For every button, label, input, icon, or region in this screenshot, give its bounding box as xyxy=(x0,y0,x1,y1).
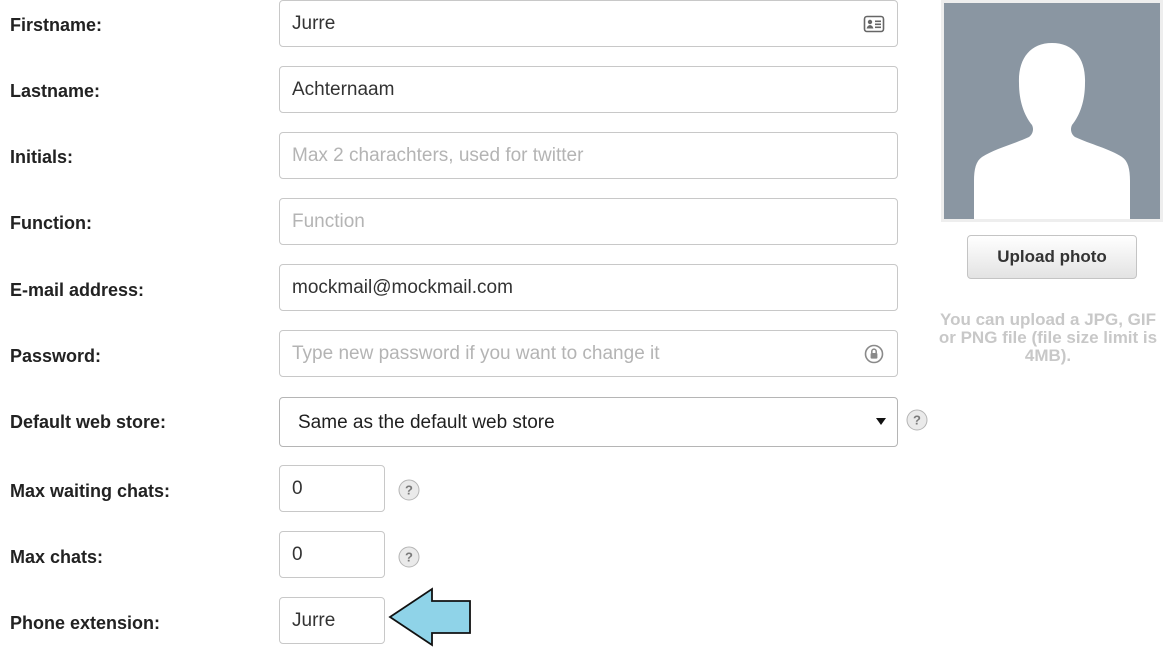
initials-label: Initials: xyxy=(10,147,74,167)
phone-extension-label: Phone extension: xyxy=(10,613,161,633)
max-chats-input[interactable] xyxy=(280,532,384,577)
password-input[interactable] xyxy=(280,331,897,376)
contact-card-icon[interactable] xyxy=(863,13,885,35)
lastname-label: Lastname: xyxy=(10,81,101,101)
email-label: E-mail address: xyxy=(10,280,145,300)
function-input[interactable] xyxy=(280,199,897,244)
profile-photo xyxy=(941,0,1163,222)
left-arrow-icon xyxy=(388,587,471,647)
password-reveal-icon[interactable] xyxy=(863,343,885,365)
dropdown-caret-icon xyxy=(876,418,886,425)
function-field[interactable] xyxy=(279,198,898,245)
password-field[interactable] xyxy=(279,330,898,377)
max-chats-field[interactable] xyxy=(279,531,385,578)
default-web-store-label: Default web store: xyxy=(10,412,167,432)
lastname-field[interactable] xyxy=(279,66,898,113)
svg-text:?: ? xyxy=(405,483,413,498)
max-chats-label: Max chats: xyxy=(10,547,104,567)
upload-note: You can upload a JPG, GIF or PNG file (f… xyxy=(938,310,1158,365)
initials-field[interactable] xyxy=(279,132,898,179)
default-web-store-select[interactable]: Same as the default web store xyxy=(279,397,898,447)
firstname-label: Firstname: xyxy=(10,15,103,35)
lastname-input[interactable] xyxy=(280,67,897,112)
help-icon[interactable]: ? xyxy=(398,546,420,568)
phone-extension-field[interactable] xyxy=(279,597,385,644)
firstname-field[interactable] xyxy=(279,0,898,47)
default-web-store-value: Same as the default web store xyxy=(298,412,555,433)
svg-text:?: ? xyxy=(913,413,921,428)
svg-text:?: ? xyxy=(405,550,413,565)
firstname-input[interactable] xyxy=(280,1,897,46)
password-label: Password: xyxy=(10,346,102,366)
email-input[interactable] xyxy=(280,265,897,310)
upload-photo-button[interactable]: Upload photo xyxy=(967,235,1137,279)
email-field[interactable] xyxy=(279,264,898,311)
max-waiting-chats-field[interactable] xyxy=(279,465,385,512)
help-icon[interactable]: ? xyxy=(906,409,928,431)
max-waiting-chats-input[interactable] xyxy=(280,466,384,511)
max-waiting-chats-label: Max waiting chats: xyxy=(10,481,171,501)
initials-input[interactable] xyxy=(280,133,897,178)
person-silhouette-icon xyxy=(974,43,1130,219)
function-label: Function: xyxy=(10,213,92,233)
phone-extension-input[interactable] xyxy=(280,598,384,643)
help-icon[interactable]: ? xyxy=(398,479,420,501)
